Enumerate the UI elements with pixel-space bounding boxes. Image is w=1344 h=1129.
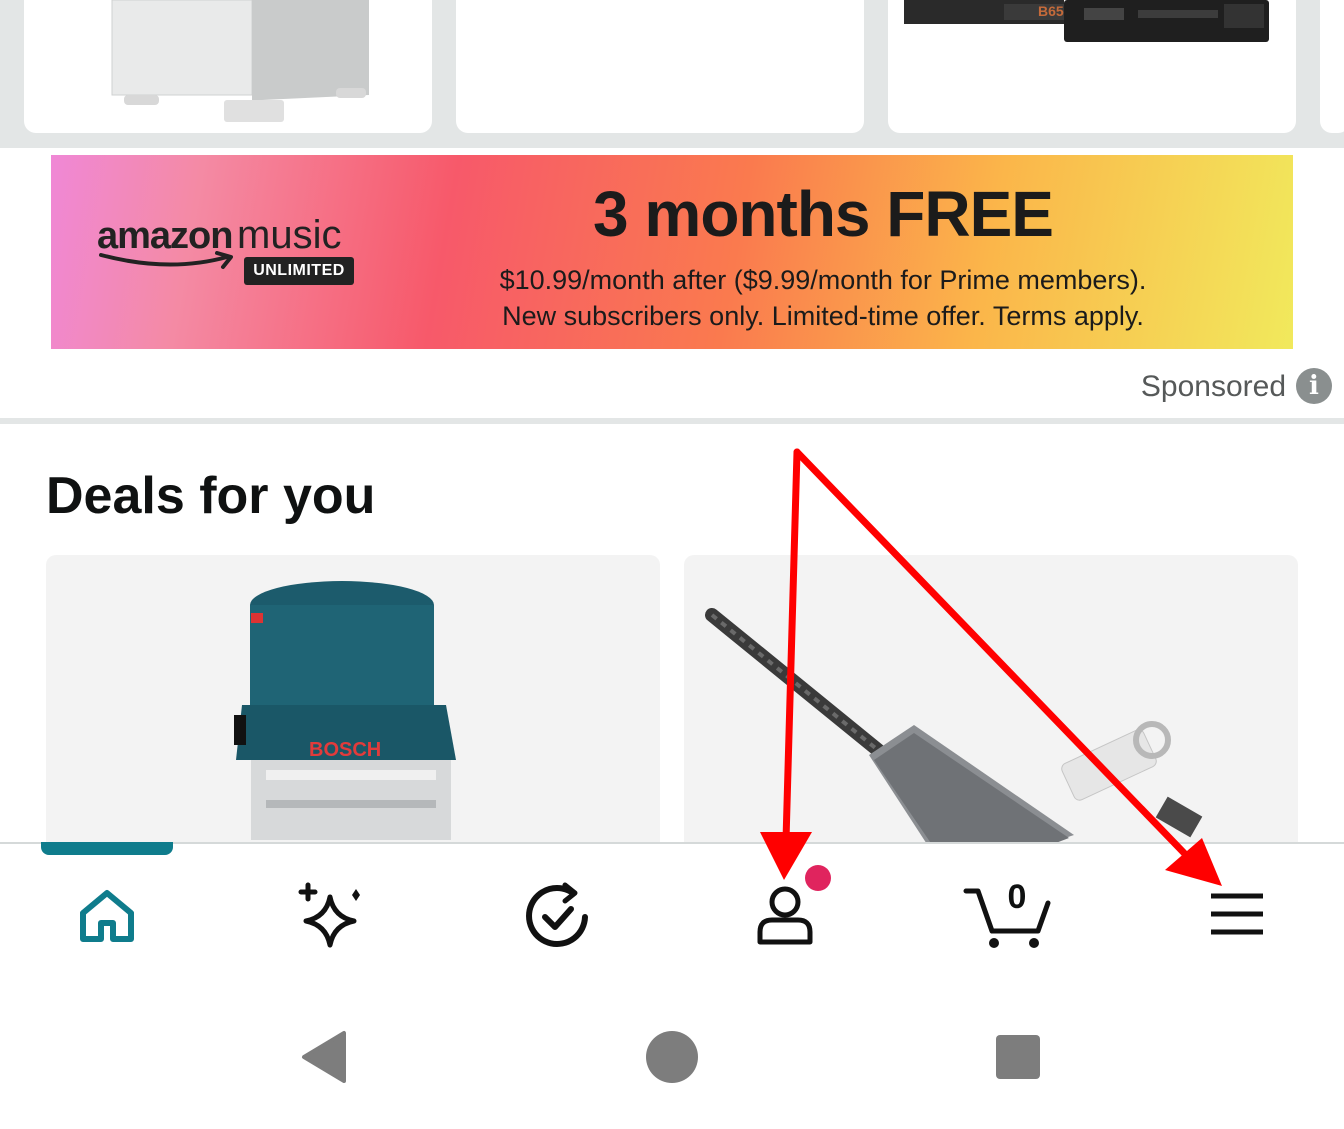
annotation-arrows [760, 448, 1222, 886]
arrow-head-account [760, 832, 812, 880]
arrow-to-account [782, 448, 801, 844]
arrow-to-menu [793, 448, 1190, 859]
